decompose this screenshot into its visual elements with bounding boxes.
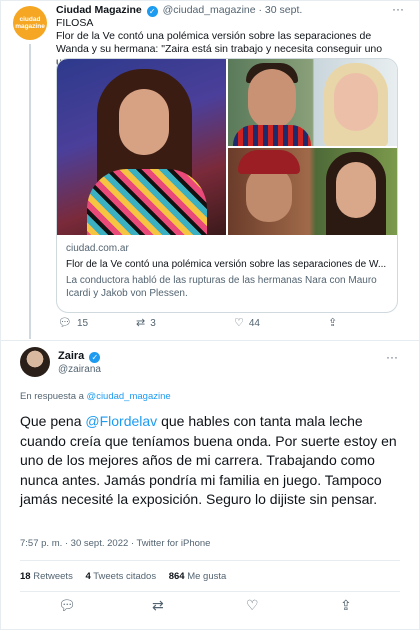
reply-count: 15 [76, 318, 89, 329]
retweet-button[interactable]: ⇄ 3 [136, 317, 156, 330]
quotes-stat[interactable]: 4 Tweets citados [85, 571, 156, 582]
reply-button[interactable]: 💬︎ 15 [58, 317, 89, 330]
heart-icon[interactable]: ♡ [246, 598, 259, 612]
link-card-description: La conductora habló de las rupturas de l… [66, 275, 377, 299]
verified-badge-icon: ✓ [146, 6, 158, 17]
reply-prefix: En respuesta a [20, 391, 84, 402]
parent-author-handle[interactable]: @ciudad_magazine [163, 4, 256, 16]
retweet-count: 3 [150, 318, 156, 329]
woman-photo [57, 59, 226, 235]
stats-divider-bottom [20, 591, 400, 592]
avatar-text-line-2: magazine [15, 23, 45, 30]
ciudad-magazine-avatar[interactable]: ciudad magazine [13, 6, 47, 40]
link-card-title: Flor de la Ve contó una polémica versión… [66, 259, 387, 270]
reply-context: En respuesta a @ciudad_magazine [20, 391, 171, 402]
heart-icon: ♡ [234, 317, 244, 329]
share-button[interactable]: ⇪ [328, 318, 337, 329]
reply-to-handle[interactable]: @ciudad_magazine [87, 391, 171, 402]
text-before-mention: Que pena [20, 413, 86, 429]
main-tweet-header: Zaira ✓ [58, 350, 102, 363]
stats-divider-top [20, 560, 400, 561]
share-icon[interactable]: ⇪ [340, 598, 352, 612]
retweet-icon: ⇄ [136, 317, 146, 329]
tweet-timestamp[interactable]: 7:57 p. m. · 30 sept. 2022 · Twitter for… [20, 538, 210, 549]
parent-tweet-actions: 💬︎ 15 ⇄ 3 ♡ 44 ⇪ [56, 318, 356, 332]
main-author-handle[interactable]: @zairana [58, 364, 101, 375]
tweet-divider [0, 340, 420, 341]
more-icon[interactable]: ··· [392, 2, 404, 16]
retweet-icon[interactable]: ⇄ [152, 598, 164, 612]
parent-tweet-time[interactable]: 30 sept. [265, 4, 302, 16]
main-tweet-actions: 💬︎ ⇄ ♡ ⇪ [20, 598, 400, 616]
share-icon: ⇪ [328, 317, 338, 329]
thread-line [29, 44, 31, 339]
verified-badge-icon: ✓ [89, 352, 101, 363]
couple-photo-bottom [228, 148, 397, 235]
parent-tweet-header: Ciudad Magazine ✓ @ciudad_magazine · 30 … [56, 4, 302, 17]
couple-photo-top [228, 59, 397, 146]
like-count: 44 [248, 318, 260, 329]
reply-icon[interactable]: 💬︎ [58, 598, 76, 612]
reply-icon: 💬︎ [58, 317, 72, 329]
link-card-text: ciudad.com.ar Flor de la Ve contó una po… [66, 243, 391, 300]
likes-stat[interactable]: 864 Me gusta [169, 571, 227, 582]
like-button[interactable]: ♡ 44 [234, 317, 260, 330]
mention-link[interactable]: @Flordelav [85, 413, 157, 429]
parent-author-name[interactable]: Ciudad Magazine [56, 4, 142, 16]
more-icon[interactable]: ··· [386, 350, 398, 364]
zaira-avatar[interactable] [20, 347, 50, 377]
link-card-media [57, 59, 397, 235]
main-author-name[interactable]: Zaira [58, 350, 84, 362]
avatar-text-line-1: ciudad [19, 16, 41, 23]
engagement-stats: 18 Retweets 4 Tweets citados 864 Me gust… [20, 571, 236, 582]
link-card[interactable]: ciudad.com.ar Flor de la Ve contó una po… [56, 58, 398, 313]
link-card-domain: ciudad.com.ar [66, 243, 129, 254]
retweets-stat[interactable]: 18 Retweets [20, 571, 73, 582]
main-tweet-text: Que pena @Flordelav que hables con tanta… [20, 412, 400, 510]
parent-tweet[interactable]: ciudad magazine Ciudad Magazine ✓ @ciuda… [0, 0, 420, 340]
